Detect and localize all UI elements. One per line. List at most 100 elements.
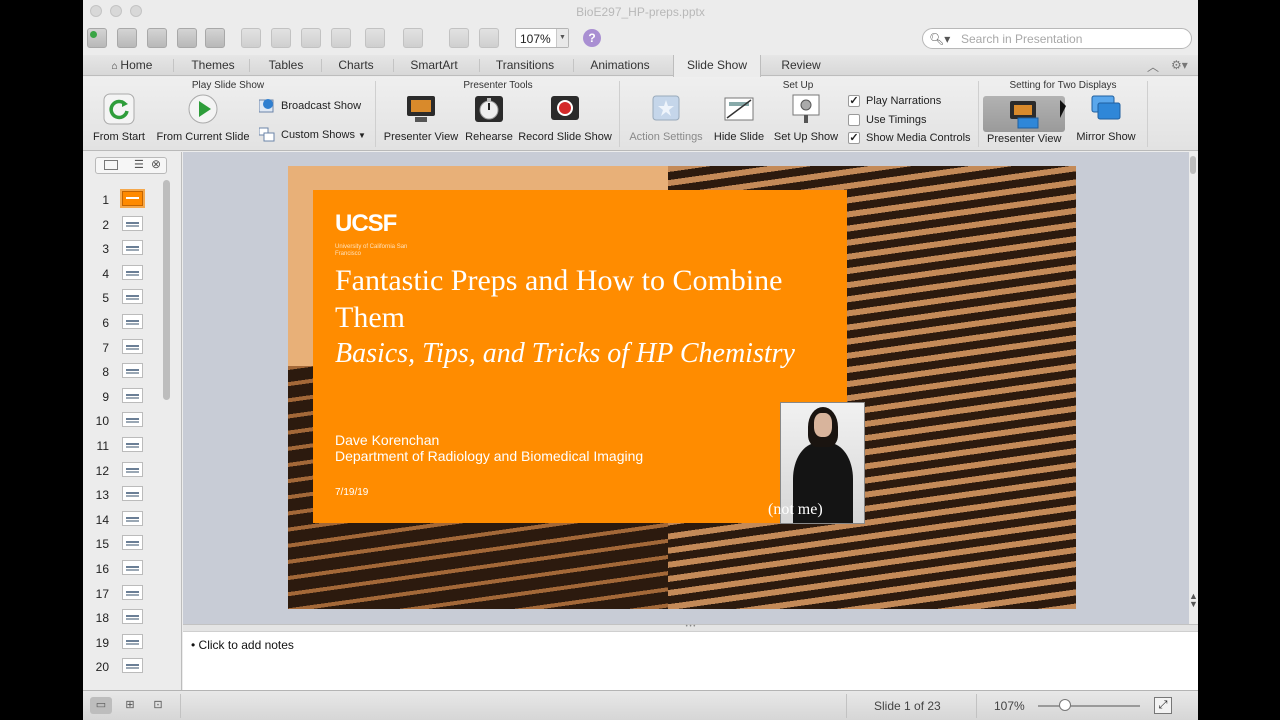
- save-icon[interactable]: [177, 28, 197, 48]
- slide-thumbnail[interactable]: [122, 289, 143, 305]
- notes-pane[interactable]: • Click to add notes: [183, 631, 1198, 690]
- tab-home[interactable]: ⌂ Home: [97, 55, 167, 76]
- slide-thumbnail[interactable]: [122, 633, 143, 649]
- collapse-ribbon-icon[interactable]: ︿: [1147, 58, 1159, 75]
- thumbnail-item[interactable]: 9: [83, 385, 163, 409]
- thumbnail-item[interactable]: 10: [83, 409, 163, 433]
- normal-view-icon[interactable]: ▭: [90, 697, 112, 714]
- broadcast-show-button[interactable]: Broadcast Show: [258, 98, 361, 114]
- presentation-date[interactable]: 7/19/19: [335, 487, 368, 498]
- use-timings-checkbox[interactable]: Use Timings: [848, 114, 927, 127]
- slide-thumbnail[interactable]: [122, 363, 143, 379]
- tab-themes[interactable]: Themes: [179, 55, 247, 76]
- department[interactable]: Department of Radiology and Biomedical I…: [335, 448, 643, 464]
- tab-review[interactable]: Review: [765, 55, 837, 76]
- set-up-show-button[interactable]: Set Up Show: [771, 93, 841, 143]
- slide-thumbnail[interactable]: [122, 215, 143, 231]
- thumbnail-item[interactable]: 1: [83, 188, 163, 212]
- slide-thumbnail[interactable]: [122, 191, 143, 206]
- slide-thumbnail[interactable]: [122, 412, 143, 428]
- undo-icon[interactable]: [365, 28, 385, 48]
- format-painter-icon[interactable]: [331, 28, 351, 48]
- outline-view-icon[interactable]: ☰: [134, 158, 144, 171]
- rehearse-button[interactable]: Rehearse: [461, 93, 517, 143]
- slide-sorter-icon[interactable]: ⊞: [119, 697, 141, 714]
- custom-shows-button[interactable]: Custom Shows ▼: [258, 127, 366, 143]
- gallery-icon[interactable]: [449, 28, 469, 48]
- thumbnail-scrollbar[interactable]: [163, 180, 170, 400]
- slide-show-view-icon[interactable]: ⊡: [147, 697, 169, 714]
- thumbnail-item[interactable]: 5: [83, 286, 163, 310]
- notes-splitter[interactable]: • • •: [183, 624, 1198, 631]
- tab-charts[interactable]: Charts: [327, 55, 385, 76]
- canvas-scrollbar[interactable]: ▲ ▼: [1189, 152, 1198, 624]
- zoom-select[interactable]: 107% ▼: [515, 28, 569, 48]
- slide-thumbnail[interactable]: [122, 314, 143, 329]
- hide-slide-button[interactable]: Hide Slide: [711, 93, 767, 143]
- close-icon[interactable]: ⊗: [151, 157, 161, 171]
- print-icon[interactable]: [205, 28, 225, 48]
- scroll-arrows-icon[interactable]: ▲ ▼: [1189, 592, 1198, 609]
- slide-thumbnail[interactable]: [122, 437, 143, 452]
- show-media-controls-checkbox[interactable]: ✓ Show Media Controls: [848, 132, 971, 145]
- play-narrations-checkbox[interactable]: ✓ Play Narrations: [848, 95, 941, 108]
- slide-thumbnail[interactable]: [122, 486, 143, 502]
- slide-thumbnail[interactable]: [122, 560, 143, 575]
- slide-thumbnail[interactable]: [122, 264, 143, 280]
- thumbnail-item[interactable]: 18: [83, 606, 163, 630]
- tab-transitions[interactable]: Transitions: [485, 55, 565, 76]
- search-box[interactable]: 🔍︎▾: [922, 28, 1192, 49]
- thumbnail-item[interactable]: 7: [83, 336, 163, 360]
- slide-thumbnail[interactable]: [122, 609, 143, 625]
- cut-icon[interactable]: [241, 28, 261, 48]
- redo-icon[interactable]: [403, 28, 423, 48]
- templates-icon[interactable]: [117, 28, 137, 48]
- new-presentation-icon[interactable]: [87, 28, 107, 48]
- thumbnail-item[interactable]: 16: [83, 557, 163, 581]
- from-current-slide-button[interactable]: From Current Slide: [153, 93, 253, 143]
- thumbnail-item[interactable]: 3: [83, 237, 163, 261]
- tab-animations[interactable]: Animations: [579, 55, 661, 76]
- record-slide-show-button[interactable]: Record Slide Show: [517, 93, 613, 143]
- search-input[interactable]: [961, 31, 1181, 47]
- thumbnail-item[interactable]: 12: [83, 459, 163, 483]
- photo-caption[interactable]: (not me): [768, 501, 823, 519]
- slide-thumbnail[interactable]: [122, 584, 143, 600]
- fit-to-window-icon[interactable]: ⤢: [1154, 697, 1172, 714]
- tab-smartart[interactable]: SmartArt: [399, 55, 469, 76]
- presenter-view-display-button[interactable]: [983, 96, 1065, 132]
- sidebar-icon[interactable]: [479, 28, 499, 48]
- slide-thumbnail[interactable]: [122, 387, 143, 403]
- slide-thumbnail[interactable]: [122, 658, 143, 674]
- slide-thumbnail[interactable]: [122, 510, 143, 526]
- gear-icon[interactable]: ⚙▾: [1171, 58, 1188, 72]
- thumbnail-item[interactable]: 2: [83, 213, 163, 237]
- slide-subtitle[interactable]: Basics, Tips, and Tricks of HP Chemistry: [335, 338, 835, 370]
- help-icon[interactable]: ?: [583, 29, 601, 47]
- thumbnail-item[interactable]: 20: [83, 655, 163, 679]
- tab-tables[interactable]: Tables: [255, 55, 317, 76]
- thumbnail-item[interactable]: 19: [83, 631, 163, 655]
- from-start-button[interactable]: From Start: [89, 93, 149, 143]
- zoom-slider-handle[interactable]: [1059, 699, 1071, 711]
- paste-icon[interactable]: [301, 28, 321, 48]
- thumbnail-item[interactable]: 15: [83, 532, 163, 556]
- slide-thumbnail[interactable]: [122, 535, 143, 551]
- thumbnail-item[interactable]: 11: [83, 434, 163, 458]
- slide-1[interactable]: UCSF University of California San Franci…: [288, 166, 1076, 609]
- slides-view-icon[interactable]: [104, 160, 118, 170]
- mirror-show-button[interactable]: Mirror Show: [1073, 93, 1139, 143]
- tab-slide-show[interactable]: Slide Show: [673, 55, 761, 77]
- slide-thumbnail[interactable]: [122, 240, 143, 256]
- slide-thumbnail[interactable]: [122, 461, 143, 477]
- author-name[interactable]: Dave Korenchan: [335, 432, 439, 448]
- thumbnail-view-switcher[interactable]: ☰ ⊗: [95, 157, 167, 174]
- open-icon[interactable]: [147, 28, 167, 48]
- scrollbar-thumb[interactable]: [1190, 156, 1196, 174]
- thumbnail-item[interactable]: 13: [83, 483, 163, 507]
- action-settings-button[interactable]: Action Settings: [627, 93, 705, 143]
- thumbnail-item[interactable]: 17: [83, 582, 163, 606]
- slide-thumbnail[interactable]: [122, 338, 143, 354]
- slide-title[interactable]: Fantastic Preps and How to Combine Them: [335, 262, 835, 336]
- presenter-view-button[interactable]: Presenter View: [383, 93, 459, 143]
